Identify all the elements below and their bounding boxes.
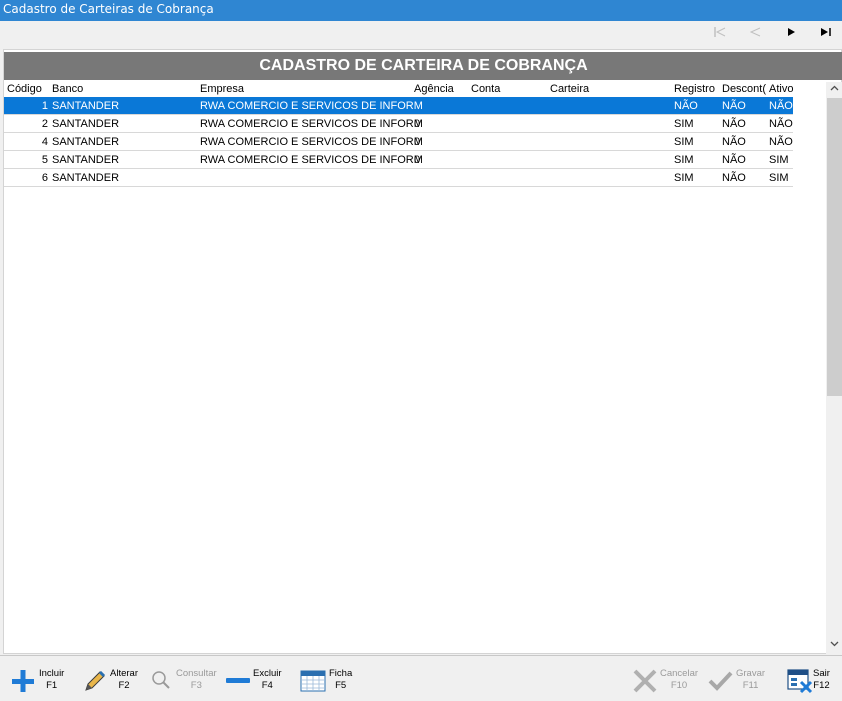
- cell-banco: SANTANDER: [52, 100, 120, 112]
- cell-ativo: SIM: [769, 172, 789, 184]
- incluir-button[interactable]: Incluir F1: [10, 664, 70, 696]
- cell-banco: SANTANDER: [52, 154, 120, 166]
- grid-header: Código Banco Empresa Agência Conta Carte…: [4, 82, 793, 96]
- minus-icon: [226, 678, 250, 683]
- prev-record-button[interactable]: [746, 26, 764, 40]
- sair-key: F12: [813, 680, 830, 691]
- page-title: CADASTRO DE CARTEIRA DE COBRANÇA: [4, 52, 842, 80]
- gravar-key: F11: [742, 680, 759, 691]
- plus-icon: [12, 670, 34, 692]
- cell-desconto: NÃO: [722, 172, 746, 184]
- incluir-key: F1: [46, 680, 58, 691]
- main-panel: CADASTRO DE CARTEIRA DE COBRANÇA Código …: [3, 49, 842, 654]
- cell-desconto: NÃO: [722, 154, 746, 166]
- cell-empresa: RWA COMERCIO E SERVICOS DE INFORM: [200, 136, 422, 148]
- scroll-down-button[interactable]: [826, 638, 842, 653]
- cell-ativo: NÃO: [769, 136, 793, 148]
- column-header-codigo[interactable]: Código: [7, 82, 48, 96]
- cell-empresa: RWA COMERCIO E SERVICOS DE INFORM: [200, 118, 422, 130]
- gravar-label: Gravar: [736, 668, 766, 679]
- cell-ativo: NÃO: [769, 100, 793, 112]
- excluir-label: Excluir: [253, 668, 282, 679]
- cell-ativo: NÃO: [769, 118, 793, 130]
- first-record-button[interactable]: [711, 26, 729, 40]
- cell-banco: SANTANDER: [52, 136, 120, 148]
- scroll-thumb[interactable]: [827, 98, 842, 396]
- consultar-key: F3: [190, 680, 202, 691]
- calendar-icon: [300, 670, 326, 692]
- bottom-toolbar: Incluir F1 Alterar F2 Consultar F3 Excluir F…: [0, 655, 842, 701]
- column-header-registro[interactable]: Registro: [674, 82, 720, 96]
- table-row[interactable]: 2 SANTANDER RWA COMERCIO E SERVICOS DE I…: [4, 115, 793, 133]
- cell-codigo: 2: [41, 118, 48, 130]
- first-icon: [714, 27, 726, 37]
- column-header-ativo[interactable]: Ativo: [769, 82, 793, 96]
- table-row[interactable]: 6 SANTANDER SIM NÃO SIM: [4, 169, 793, 187]
- ficha-key: F5: [335, 680, 347, 691]
- cell-empresa: RWA COMERCIO E SERVICOS DE INFORM: [200, 100, 422, 112]
- chevron-down-icon: [830, 641, 839, 647]
- cell-empresa: RWA COMERCIO E SERVICOS DE INFORM: [200, 154, 422, 166]
- cell-codigo: 1: [41, 100, 48, 112]
- chevron-up-icon: [830, 85, 839, 91]
- prev-icon: [749, 27, 761, 37]
- ficha-button[interactable]: Ficha F5: [300, 664, 358, 696]
- cell-codigo: 6: [41, 172, 48, 184]
- excluir-button[interactable]: Excluir F4: [225, 664, 287, 696]
- column-header-banco[interactable]: Banco: [52, 82, 192, 96]
- next-icon: [788, 28, 795, 36]
- cell-agencia: 0: [414, 136, 421, 148]
- cell-desconto: NÃO: [722, 100, 746, 112]
- cell-registro: SIM: [674, 154, 694, 166]
- table-row[interactable]: 5 SANTANDER RWA COMERCIO E SERVICOS DE I…: [4, 151, 793, 169]
- vertical-scrollbar[interactable]: [826, 82, 842, 654]
- cancelar-key: F10: [670, 680, 688, 691]
- cell-agencia: 0: [414, 118, 421, 130]
- alterar-key: F2: [118, 680, 130, 691]
- cell-desconto: NÃO: [722, 136, 746, 148]
- cell-banco: SANTANDER: [52, 118, 120, 130]
- cell-ativo: SIM: [769, 154, 789, 166]
- column-header-empresa[interactable]: Empresa: [200, 82, 422, 96]
- window-title: Cadastro de Carteiras de Cobrança: [0, 0, 842, 21]
- cell-banco: SANTANDER: [52, 172, 120, 184]
- exit-icon: [787, 669, 813, 694]
- cancelar-label: Cancelar: [660, 668, 699, 679]
- consultar-label: Consultar: [176, 668, 217, 679]
- column-header-carteira[interactable]: Carteira: [550, 82, 640, 96]
- table-row[interactable]: 4 SANTANDER RWA COMERCIO E SERVICOS DE I…: [4, 133, 793, 151]
- column-header-conta[interactable]: Conta: [471, 82, 541, 96]
- table-row[interactable]: 1 SANTANDER RWA COMERCIO E SERVICOS DE I…: [4, 97, 793, 115]
- last-icon: [821, 28, 831, 36]
- alterar-button[interactable]: Alterar F2: [82, 664, 142, 696]
- checkmark-icon: [708, 671, 733, 691]
- sair-label: Sair: [813, 668, 830, 679]
- cancelar-button[interactable]: Cancelar F10: [632, 664, 700, 696]
- column-header-desconto[interactable]: Descont(: [722, 82, 769, 96]
- cell-registro: NÃO: [674, 100, 698, 112]
- scroll-up-button[interactable]: [826, 82, 842, 97]
- next-record-button[interactable]: [782, 26, 800, 40]
- cell-registro: SIM: [674, 172, 694, 184]
- sair-button[interactable]: Sair F12: [787, 664, 837, 696]
- close-icon: [633, 669, 657, 693]
- pencil-icon: [85, 670, 106, 691]
- cell-agencia: 0: [414, 154, 421, 166]
- consultar-button[interactable]: Consultar F3: [150, 664, 218, 696]
- cell-registro: SIM: [674, 136, 694, 148]
- last-record-button[interactable]: [817, 26, 835, 40]
- incluir-label: Incluir: [39, 668, 65, 679]
- navigation-bar: [0, 21, 842, 46]
- cell-registro: SIM: [674, 118, 694, 130]
- column-header-agencia[interactable]: Agência: [414, 82, 462, 96]
- cell-desconto: NÃO: [722, 118, 746, 130]
- alterar-label: Alterar: [110, 668, 138, 679]
- ficha-label: Ficha: [329, 668, 353, 679]
- excluir-key: F4: [261, 680, 273, 691]
- cell-codigo: 4: [41, 136, 48, 148]
- gravar-button[interactable]: Gravar F11: [708, 664, 768, 696]
- cell-codigo: 5: [41, 154, 48, 166]
- search-icon: [152, 671, 170, 689]
